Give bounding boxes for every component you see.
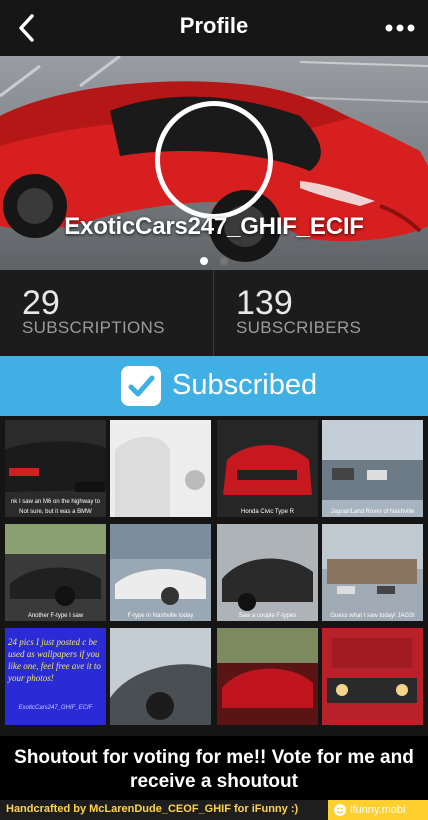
- post-thumbnail[interactable]: 24 pics I just posted c be used as wallp…: [5, 628, 106, 725]
- subscribe-button[interactable]: Subscribed: [0, 356, 428, 416]
- post-thumbnail[interactable]: Another F-type I saw: [5, 524, 106, 621]
- post-caption: Jaguar/Land Rover of Nashville: [330, 509, 415, 515]
- post-caption: Guess what I saw today! JAGS!: [330, 613, 415, 619]
- shoutout-line2: receive a shoutout: [130, 771, 298, 792]
- car-image: [223, 445, 312, 495]
- post-thumbnail[interactable]: F-type in Nashville today: [110, 524, 211, 621]
- post-caption: nk I saw an M6 on the highway to: [10, 499, 101, 505]
- post-thumbnail[interactable]: [217, 628, 318, 725]
- shoutout-line1: Shoutout for voting for me!! Vote for me…: [14, 747, 414, 768]
- ifunny-badge[interactable]: ifunny.mobi: [328, 800, 428, 820]
- post-caption: Saw a couple F-types: [238, 613, 297, 619]
- subscribers-stat[interactable]: 139 SUBSCRIBERS: [214, 270, 428, 356]
- profile-stats: 29 SUBSCRIPTIONS 139 SUBSCRIBERS: [0, 270, 428, 356]
- post-caption: Honda Civic Type R: [241, 509, 294, 515]
- post-thumbnail[interactable]: [110, 628, 211, 725]
- footer-watermark: Handcrafted by McLarenDude_CEOF_GHIF for…: [0, 800, 428, 820]
- smiley-icon: [334, 804, 346, 816]
- post-thumbnail[interactable]: Jaguar/Land Rover of Nashville: [322, 420, 423, 517]
- top-bar: Profile: [0, 0, 428, 56]
- car-image: [110, 524, 211, 605]
- profile-cover[interactable]: ExoticCars247_GHIF_ECIF: [0, 56, 428, 270]
- car-image: [110, 420, 211, 517]
- username: ExoticCars247_GHIF_ECIF: [64, 213, 364, 240]
- post-caption: 24 pics I just posted c be used as wallp…: [8, 637, 101, 683]
- checkbox: [121, 366, 161, 406]
- post-thumbnail[interactable]: nk I saw an M6 on the highway to Not sur…: [5, 420, 106, 517]
- car-image: [217, 628, 318, 708]
- page-dot[interactable]: [220, 257, 229, 265]
- subscriptions-label: SUBSCRIPTIONS: [22, 318, 165, 337]
- more-horizontal-icon[interactable]: [382, 14, 418, 42]
- car-image: [327, 638, 417, 703]
- subscribe-label: Subscribed: [172, 369, 318, 401]
- ifunny-badge-text: ifunny.mobi: [350, 804, 406, 816]
- post-caption: F-type in Nashville today: [127, 613, 194, 619]
- cover-page-indicator: [0, 252, 428, 270]
- subscribers-label: SUBSCRIBERS: [236, 318, 362, 337]
- shoutout-caption: Shoutout for voting for me!! Vote for me…: [0, 736, 428, 800]
- page-dot-active[interactable]: [199, 257, 208, 265]
- page-title: Profile: [179, 13, 249, 38]
- car-image: [110, 664, 211, 725]
- car-image: [222, 558, 313, 611]
- post-thumbnail[interactable]: [110, 420, 211, 517]
- post-thumbnail[interactable]: [322, 628, 423, 725]
- post-thumbnail[interactable]: Guess what I saw today! JAGS!: [322, 524, 423, 621]
- post-caption-line2: Not sure, but it was a BMW: [19, 509, 92, 515]
- post-thumbnail[interactable]: Saw a couple F-types: [217, 524, 318, 621]
- checkmark-icon: [128, 375, 155, 397]
- car-image: [5, 524, 106, 606]
- car-image: [322, 524, 423, 594]
- subscriptions-stat[interactable]: 29 SUBSCRIPTIONS: [0, 270, 214, 356]
- footer-credit: Handcrafted by McLarenDude_CEOF_GHIF for…: [6, 803, 299, 815]
- post-caption-line2: ExoticCars247_GHIF_ECIF: [18, 705, 93, 711]
- post-thumbnail[interactable]: Honda Civic Type R: [217, 420, 318, 517]
- avatar[interactable]: [155, 101, 273, 219]
- car-image: [322, 420, 423, 500]
- posts-grid: nk I saw an M6 on the highway to Not sur…: [0, 416, 428, 736]
- post-caption: Another F-type I saw: [27, 613, 84, 619]
